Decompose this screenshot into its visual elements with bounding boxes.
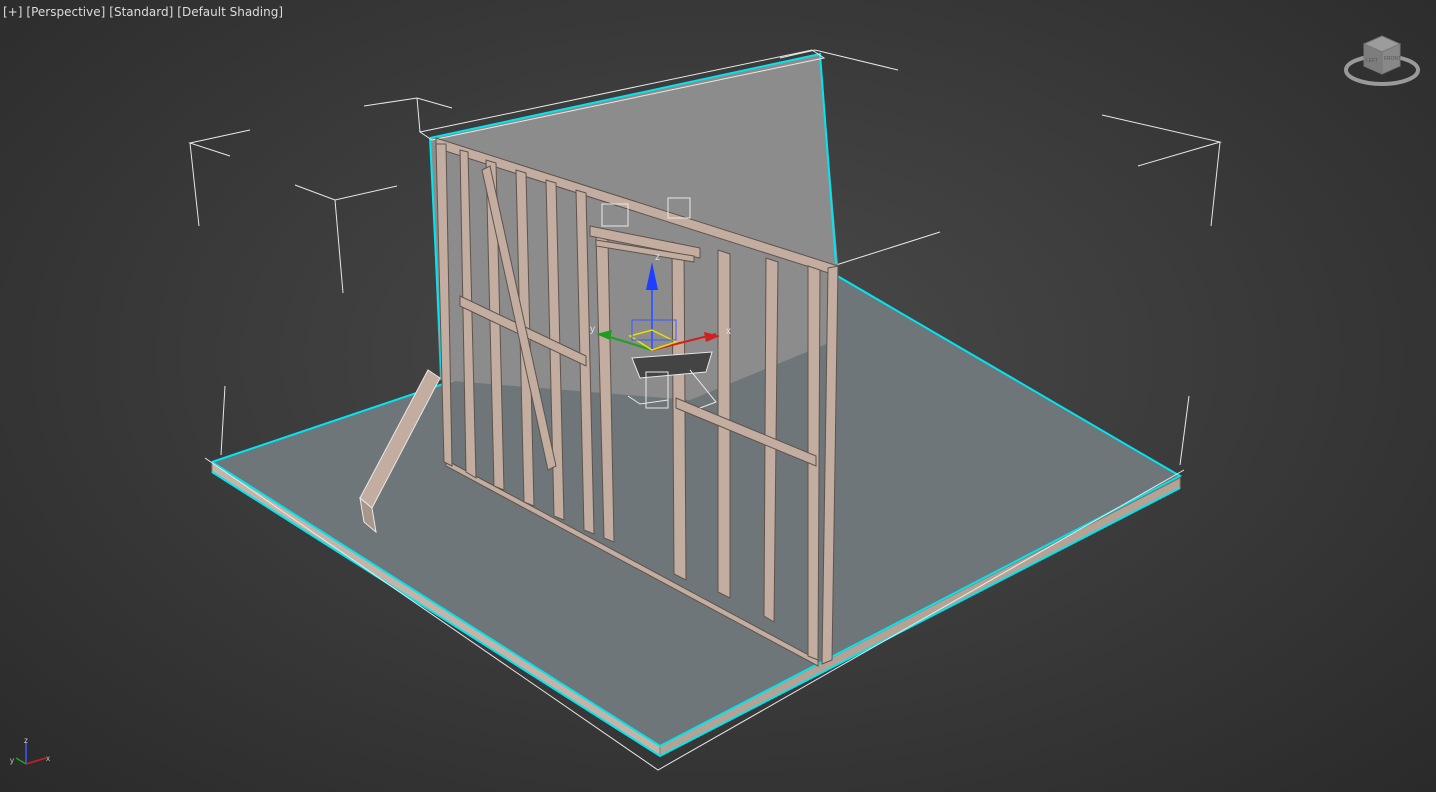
tripod-y-label: y	[10, 756, 14, 765]
gizmo-x-label: x	[726, 326, 731, 337]
viewport-view-label[interactable]: [Perspective]	[26, 5, 105, 19]
viewport-menu-plus[interactable]: [+]	[3, 5, 22, 19]
axis-tripod: z x y	[10, 736, 50, 765]
viewcube-front-label: FRONT	[1384, 56, 1401, 62]
tripod-z-label: z	[24, 736, 28, 745]
viewport-shading-label[interactable]: [Default Shading]	[177, 5, 283, 19]
viewport-scene[interactable]: x y z	[0, 0, 1436, 792]
viewport-style-label[interactable]: [Standard]	[109, 5, 173, 19]
gizmo-y-label: y	[590, 324, 595, 335]
viewcube[interactable]: LEFT FRONT	[1340, 30, 1424, 92]
tripod-x-label: x	[46, 754, 50, 763]
gizmo-z-label: z	[655, 252, 660, 263]
viewport-label-bar: [+] [Perspective] [Standard] [Default Sh…	[3, 5, 283, 19]
viewcube-left-label: LEFT	[1366, 58, 1378, 64]
